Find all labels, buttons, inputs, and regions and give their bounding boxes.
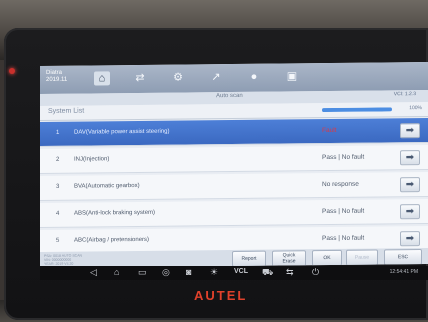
arrow-right-icon[interactable]: ➡ xyxy=(400,150,420,166)
connection-icon[interactable]: ⇆ xyxy=(286,267,294,278)
system-status: Pass | No fault xyxy=(322,153,365,162)
report-button[interactable]: Report xyxy=(232,250,266,268)
record-icon[interactable]: ● xyxy=(246,70,262,84)
row-number: 4 xyxy=(56,210,60,217)
status-clock: 12:54:41 PM xyxy=(389,269,418,275)
quick-erase-button[interactable]: Quick Erase xyxy=(272,250,306,267)
save-icon[interactable]: ▣ xyxy=(284,69,300,83)
system-status: Pass | No fault xyxy=(322,207,365,216)
arrow-right-icon[interactable]: ➡ xyxy=(400,231,420,247)
system-name: ABC(Airbag / pretensioners) xyxy=(74,236,150,244)
android-nav-bar: ◁ ⌂ ▭ ◎ ◙ ☀ VCL ⛟ ⇆ ⏻ 12:54:41 PM xyxy=(40,266,428,280)
autel-logo: AUTEL xyxy=(194,288,248,303)
arrow-right-icon[interactable]: ➡ xyxy=(400,177,420,193)
scan-progress-fill xyxy=(322,107,392,113)
arrow-right-icon[interactable]: ➡ xyxy=(400,204,420,220)
system-list: 1 DAV(Variable power assist steering) Faul… xyxy=(40,117,428,257)
swap-icon[interactable]: ⇄ xyxy=(132,71,148,85)
power-led xyxy=(9,68,15,74)
section-title: System List xyxy=(48,107,85,115)
row-number: 3 xyxy=(56,183,60,190)
screen: Diatra 2019.11 ⌂ ⇄ ⚙ ↗ ● ▣ Auto scan VCI… xyxy=(40,61,428,269)
system-name: DAV(Variable power assist steering) xyxy=(74,128,170,136)
transmission-icon[interactable]: ↗ xyxy=(208,70,224,84)
gear-icon[interactable]: ⚙ xyxy=(170,71,186,85)
system-status: Fault xyxy=(322,126,337,135)
vehicle-info: PSA- 0018 AUTO SCAN VIN: 0000000000 YEAR… xyxy=(44,254,82,266)
recent-apps-icon[interactable]: ▭ xyxy=(138,267,147,278)
home-icon[interactable]: ⌂ xyxy=(94,71,110,86)
car-icon[interactable]: ⛟ xyxy=(262,267,273,279)
system-row[interactable]: 2 INJ(Injection) Pass | No fault ➡ xyxy=(40,144,428,175)
quick-erase-label-2: Erase xyxy=(282,258,296,265)
scan-progress-label: 100% xyxy=(409,105,422,112)
system-status: Pass | No fault xyxy=(322,234,365,243)
ok-button[interactable]: OK xyxy=(312,249,342,267)
row-number: 2 xyxy=(56,156,60,163)
top-toolbar: Diatra 2019.11 ⌂ ⇄ ⚙ ↗ ● ▣ xyxy=(40,61,428,95)
brightness-icon[interactable]: ☀ xyxy=(210,267,218,278)
brand-version: 2019.11 xyxy=(46,76,68,83)
system-name: ABS(Anti-lock braking system) xyxy=(74,209,156,217)
home-nav-icon[interactable]: ⌂ xyxy=(114,267,119,277)
brand-label: Diatra 2019.11 xyxy=(46,70,67,84)
browser-icon[interactable]: ◎ xyxy=(162,267,170,278)
page-title: Auto scan xyxy=(216,92,243,100)
system-status: No response xyxy=(322,180,359,189)
system-row[interactable]: 3 BVA(Automatic gearbox) No response ➡ xyxy=(40,171,428,202)
back-icon[interactable]: ◁ xyxy=(90,267,97,278)
vci-indicator: VCI: 1.2.3 xyxy=(393,91,416,98)
system-name: BVA(Automatic gearbox) xyxy=(74,182,140,190)
system-row[interactable]: 4 ABS(Anti-lock braking system) Pass | No … xyxy=(40,198,428,229)
arrow-right-icon[interactable]: ➡ xyxy=(400,123,420,139)
system-name: INJ(Injection) xyxy=(74,156,110,163)
pause-button[interactable]: Pause xyxy=(346,249,378,266)
power-icon[interactable]: ⏻ xyxy=(312,267,319,278)
esc-button[interactable]: ESC xyxy=(384,249,422,266)
system-row[interactable]: 1 DAV(Variable power assist steering) Faul… xyxy=(40,117,428,148)
row-number: 5 xyxy=(56,237,60,244)
scan-progress-bar xyxy=(322,107,392,113)
camera-icon[interactable]: ◙ xyxy=(186,267,191,277)
row-number: 1 xyxy=(56,129,60,136)
vcl-indicator[interactable]: VCL xyxy=(234,268,248,275)
